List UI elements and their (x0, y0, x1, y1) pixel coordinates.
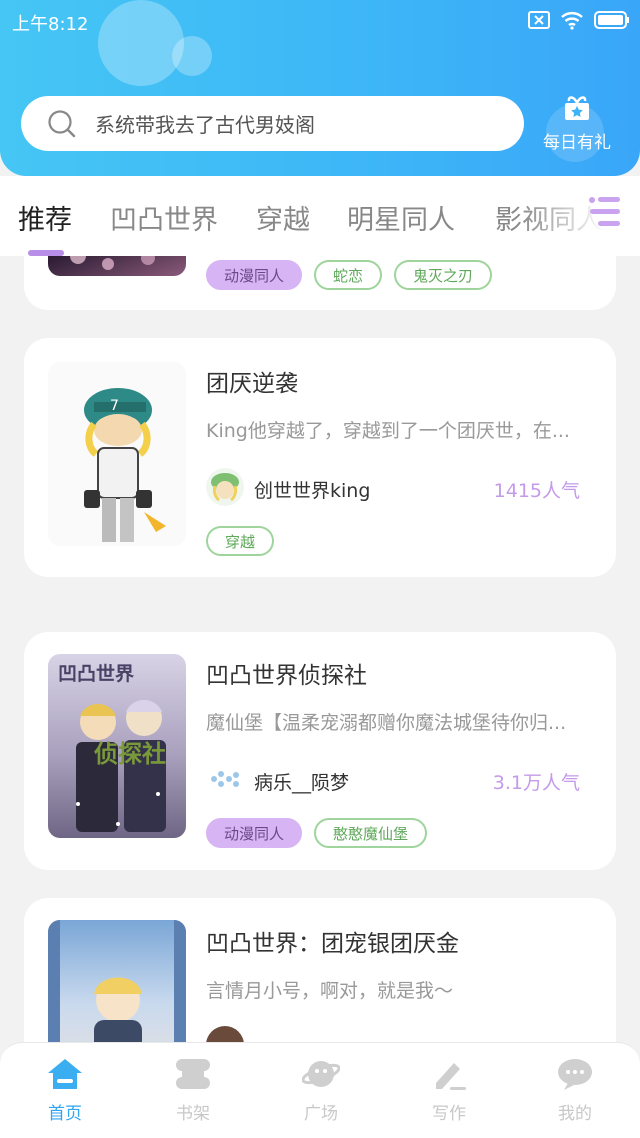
book-feed: 动漫同人 蛇恋 鬼灭之刃 7 团厌逆袭 King他穿越了，穿越到了一个团厌世，在… (0, 256, 640, 1042)
book-cover: 7 (48, 362, 186, 546)
nav-write[interactable]: 写作 (404, 1057, 494, 1124)
pen-icon (436, 1063, 466, 1090)
search-input[interactable]: 系统带我去了古代男妓阁 (95, 109, 315, 138)
nav-plaza[interactable]: 广场 (276, 1057, 366, 1124)
tag[interactable]: 动漫同人 (206, 818, 303, 848)
tag[interactable]: 鬼灭之刃 (394, 260, 493, 290)
nav-profile[interactable]: 我的 (530, 1057, 620, 1124)
tag-list: 穿越 (206, 526, 275, 556)
author-name[interactable]: 创世世界king (254, 476, 370, 503)
book-card[interactable]: 7 团厌逆袭 King他穿越了，穿越到了一个团厌世，在... 创世世界king … (24, 338, 616, 577)
nav-label: 写作 (432, 1104, 466, 1124)
tab-recommend[interactable]: 推荐 (18, 198, 72, 237)
nav-label: 我的 (558, 1104, 592, 1124)
nav-label: 首页 (48, 1104, 82, 1124)
book-title: 凹凸世界侦探社 (206, 663, 367, 689)
book-description: 魔仙堡【温柔宠溺都赠你魔法城堡待你归... (206, 712, 567, 734)
book-cover (48, 920, 186, 1042)
chat-bubble-icon (558, 1059, 592, 1090)
book-cover: 凹凸世界 侦探社 (48, 654, 186, 838)
header: 上午8:12 系统带我去了古代男妓阁 每日有礼 (0, 0, 640, 176)
tab-celebrity-fanfic[interactable]: 明星同人 (347, 198, 455, 237)
home-icon (48, 1059, 82, 1089)
gift-icon (565, 96, 589, 120)
cover-series-text: 凹凸世界 (58, 663, 134, 685)
status-time: 上午8:12 (12, 14, 89, 35)
bookshelf-icon (176, 1059, 210, 1089)
svg-text:7: 7 (110, 398, 119, 414)
cover-title-text: 侦探社 (94, 740, 166, 768)
author-avatar (206, 1026, 244, 1042)
book-description: King他穿越了，穿越到了一个团厌世，在... (206, 420, 570, 442)
tag[interactable]: 憨憨魔仙堡 (314, 818, 428, 848)
book-description: 言情月小号，啊对，就是我～ (206, 980, 454, 1002)
search-bar[interactable]: 系统带我去了古代男妓阁 (21, 96, 524, 151)
book-title: 团厌逆袭 (206, 371, 298, 397)
battery-icon (594, 10, 630, 30)
tag[interactable]: 穿越 (206, 526, 275, 556)
category-tabs: 推荐 凹凸世界 穿越 明星同人 影视同人 (0, 176, 640, 256)
nav-label: 广场 (304, 1104, 338, 1124)
sim-icon (528, 10, 550, 30)
nav-label: 书架 (176, 1104, 210, 1124)
author-name[interactable]: 病乐__陨梦 (254, 768, 349, 795)
book-card[interactable]: 动漫同人 蛇恋 鬼灭之刃 (24, 256, 616, 310)
book-card[interactable]: 凹凸世界 侦探社 凹凸世界侦探社 魔仙堡【温柔宠溺都赠你魔法城堡待你归... 病… (24, 632, 616, 870)
status-bar: 上午8:12 (0, 0, 640, 44)
wifi-icon (560, 10, 584, 30)
popularity-count: 1415人气 (493, 480, 580, 502)
tag-list: 动漫同人 憨憨魔仙堡 (206, 818, 428, 848)
book-title: 凹凸世界：团宠银团厌金 (206, 931, 459, 957)
nav-home[interactable]: 首页 (20, 1057, 110, 1124)
bottom-navigation: 首页 书架 广场 写作 我的 (0, 1042, 640, 1138)
planet-icon (302, 1061, 340, 1087)
tag[interactable]: 动漫同人 (206, 260, 303, 290)
search-icon (48, 109, 76, 137)
daily-gift-button[interactable]: 每日有礼 (540, 94, 614, 153)
menu-icon[interactable] (588, 194, 622, 230)
book-cover (48, 256, 186, 276)
author-avatar (206, 468, 244, 506)
author-avatar (206, 760, 244, 798)
book-card[interactable]: 凹凸世界：团宠银团厌金 言情月小号，啊对，就是我～ (24, 898, 616, 1042)
tabs-fade (520, 176, 640, 256)
tag-list: 动漫同人 蛇恋 鬼灭之刃 (206, 260, 493, 290)
nav-bookshelf[interactable]: 书架 (148, 1057, 238, 1124)
tab-time-travel[interactable]: 穿越 (256, 198, 310, 237)
tag[interactable]: 蛇恋 (314, 260, 383, 290)
gift-label: 每日有礼 (543, 133, 611, 153)
tab-aotu-world[interactable]: 凹凸世界 (110, 198, 218, 237)
popularity-count: 3.1万人气 (492, 772, 580, 794)
